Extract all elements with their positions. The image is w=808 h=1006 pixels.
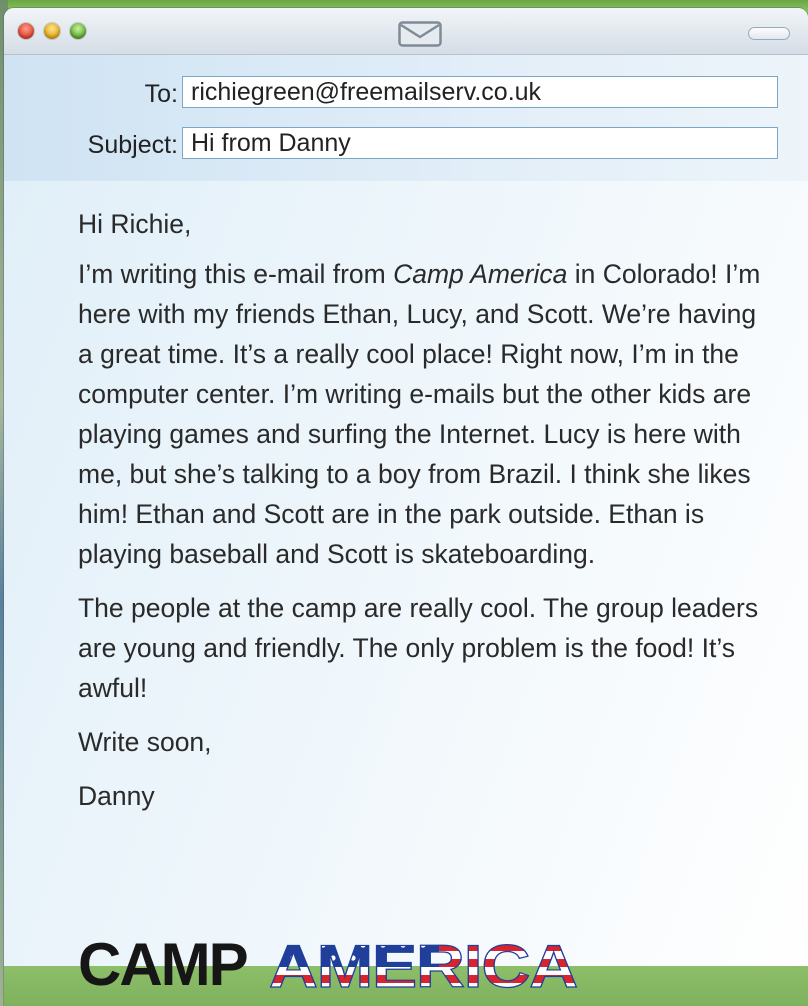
- paragraph-1-start: I’m writing this e-mail from: [78, 259, 394, 289]
- minimize-button[interactable]: [44, 23, 60, 39]
- email-window: To: richiegreen@freemailserv.co.uk Subje…: [4, 8, 808, 1006]
- logo-word-america: AMERICA AMERICA: [268, 933, 578, 997]
- to-field[interactable]: richiegreen@freemailserv.co.uk: [182, 76, 778, 108]
- america-outline-text: AMERICA: [269, 933, 577, 997]
- zoom-button[interactable]: [70, 23, 86, 39]
- signature: Danny: [78, 781, 155, 811]
- close-button[interactable]: [18, 23, 34, 39]
- message-body[interactable]: Hi Richie, I’m writing this e-mail from …: [78, 204, 778, 830]
- to-label: To:: [144, 80, 178, 108]
- subject-row: Subject: Hi from Danny: [4, 127, 808, 161]
- paragraph-2: The people at the camp are really cool. …: [78, 593, 759, 703]
- greeting: Hi Richie,: [78, 209, 192, 239]
- email-header: To: richiegreen@freemailserv.co.uk Subje…: [4, 55, 808, 181]
- camp-america-logo: CAMP AMERICA: [78, 933, 579, 997]
- envelope-icon: [398, 21, 442, 47]
- logo-word-camp: CAMP: [78, 931, 249, 998]
- camp-name: Camp America: [393, 259, 568, 289]
- title-bar[interactable]: [4, 8, 808, 55]
- to-row: To: richiegreen@freemailserv.co.uk: [4, 76, 808, 110]
- toolbar-toggle-button[interactable]: [748, 27, 790, 40]
- paragraph-1: I’m writing this e-mail from Camp Americ…: [78, 254, 778, 574]
- closing: Write soon,: [78, 727, 212, 757]
- paragraph-1-rest: in Colorado! I’m here with my friends Et…: [78, 259, 761, 569]
- subject-label: Subject:: [87, 131, 178, 159]
- subject-field[interactable]: Hi from Danny: [182, 127, 778, 159]
